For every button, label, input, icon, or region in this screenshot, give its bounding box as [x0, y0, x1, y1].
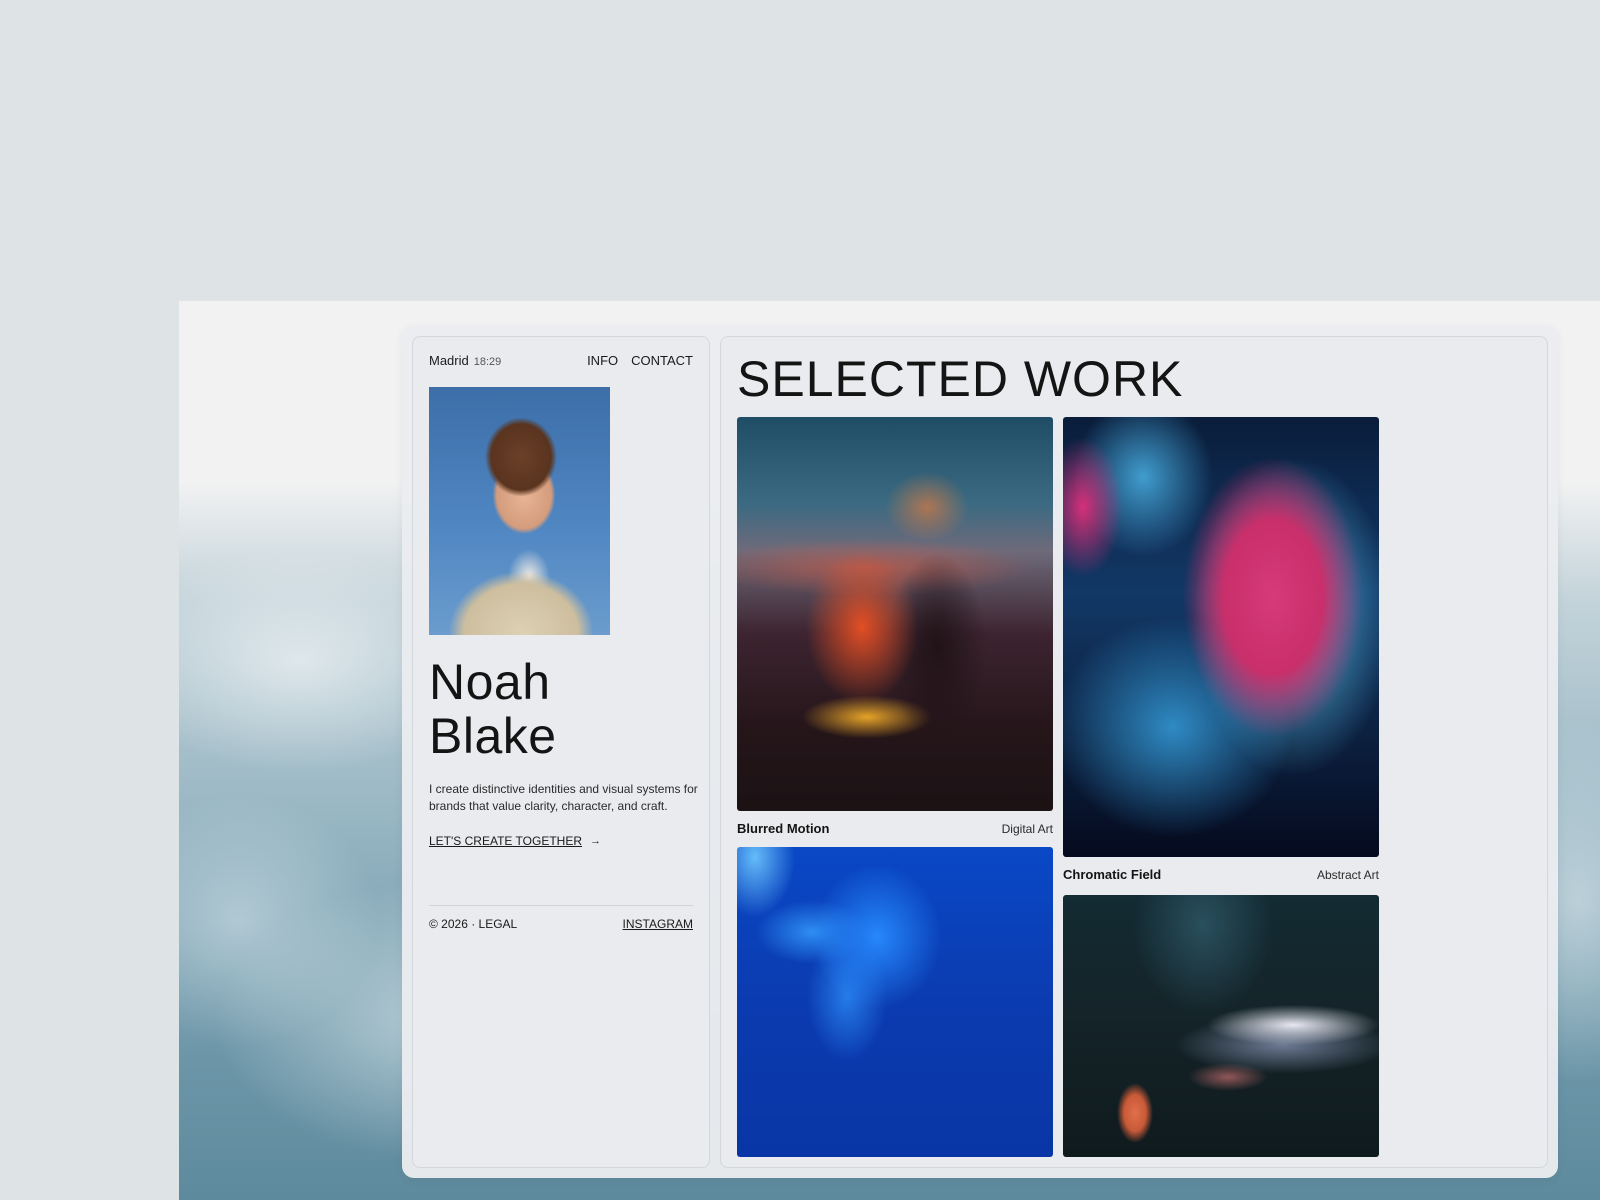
- work-card-chromatic-field[interactable]: Chromatic Field Abstract Art: [1063, 417, 1379, 882]
- work-card-blurred-motion[interactable]: Blurred Motion Digital Art: [737, 417, 1053, 836]
- nav-info-link[interactable]: INFO: [587, 353, 618, 368]
- work-image[interactable]: [1063, 417, 1379, 857]
- profile-name: Noah Blake: [429, 655, 557, 763]
- work-meta: Chromatic Field Abstract Art: [1063, 867, 1379, 882]
- local-time: 18:29: [473, 356, 502, 368]
- bio-text: I create distinctive identities and visu…: [429, 782, 698, 813]
- top-bar: Madrid 18:29 INFO CONTACT: [429, 353, 693, 368]
- work-category: Abstract Art: [1316, 868, 1379, 882]
- instagram-link[interactable]: INSTAGRAM: [623, 917, 693, 931]
- work-image[interactable]: [1063, 895, 1379, 1157]
- work-card-blue-blur[interactable]: [737, 847, 1053, 1157]
- work-title: Chromatic Field: [1063, 867, 1162, 882]
- work-image[interactable]: [737, 417, 1053, 811]
- first-name: Noah: [429, 654, 551, 710]
- portrait-photo: [429, 387, 610, 635]
- create-together-link[interactable]: LET'S CREATE TOGETHER: [429, 834, 582, 848]
- work-card-light-motion[interactable]: [1063, 895, 1379, 1157]
- nav-contact-link[interactable]: CONTACT: [631, 353, 693, 368]
- work-heading: SELECTED WORK: [737, 351, 1184, 407]
- work-title: Blurred Motion: [737, 821, 830, 836]
- footer-divider: [429, 905, 693, 906]
- arrow-right-icon[interactable]: →: [590, 835, 601, 847]
- work-panel: SELECTED WORK Blurred Motion Digital Art…: [720, 336, 1548, 1168]
- profile-footer: © 2026 · LEGAL INSTAGRAM: [429, 917, 693, 931]
- profile-panel: Madrid 18:29 INFO CONTACT Noah Blake I c…: [412, 336, 710, 1168]
- work-category: Digital Art: [1001, 822, 1053, 836]
- last-name: Blake: [429, 708, 557, 764]
- work-image[interactable]: [737, 847, 1053, 1157]
- copyright-legal[interactable]: © 2026 · LEGAL: [429, 917, 517, 931]
- location-clock: Madrid 18:29: [429, 353, 501, 368]
- work-meta: Blurred Motion Digital Art: [737, 821, 1053, 836]
- cta-row: LET'S CREATE TOGETHER →: [429, 834, 601, 848]
- city-label: Madrid: [429, 353, 469, 368]
- main-nav: INFO CONTACT: [587, 353, 693, 368]
